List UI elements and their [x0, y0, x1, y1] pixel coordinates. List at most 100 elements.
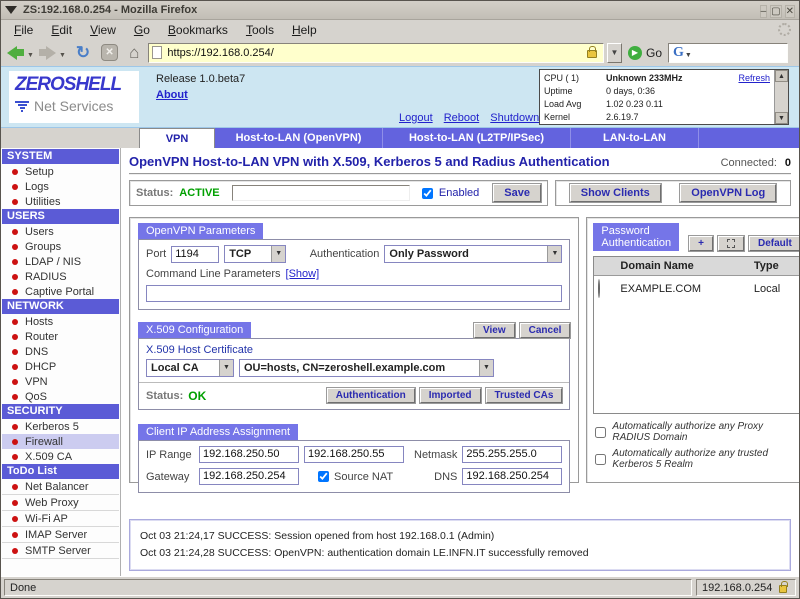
go-button[interactable]: ▶ Go: [628, 46, 662, 60]
menu-file[interactable]: File: [5, 22, 42, 38]
logout-link[interactable]: Logout: [399, 112, 433, 124]
password-auth-panel: Password Authentication + Default Domain…: [586, 217, 799, 483]
sidebar-item-setup[interactable]: Setup: [2, 164, 119, 179]
sidebar-item-router[interactable]: Router: [2, 329, 119, 344]
certificate-select[interactable]: OU=hosts, CN=zeroshell.example.com ▼: [239, 359, 494, 377]
menu-help[interactable]: Help: [283, 22, 326, 38]
menu-view[interactable]: View: [81, 22, 125, 38]
sidebar-item-groups[interactable]: Groups: [2, 239, 119, 254]
sidebar-item-web-proxy[interactable]: Web Proxy: [2, 495, 119, 511]
search-engine-dropdown-icon[interactable]: ▼: [685, 52, 692, 59]
authentication-button[interactable]: Authentication: [327, 388, 415, 403]
scroll-up-icon[interactable]: ▲: [775, 70, 788, 82]
protocol-select[interactable]: TCP ▼: [224, 245, 286, 263]
minimize-button[interactable]: –: [760, 5, 768, 18]
netmask-input[interactable]: 255.255.255.0: [462, 446, 562, 463]
remove-domain-button[interactable]: [718, 236, 744, 251]
dns-input[interactable]: 192.168.250.254: [462, 468, 562, 485]
source-nat-checkbox[interactable]: [318, 471, 329, 482]
sidebar-item-wifi-ap[interactable]: Wi-Fi AP: [2, 511, 119, 527]
cancel-button[interactable]: Cancel: [520, 323, 571, 338]
stats-scrollbar[interactable]: ▲ ▼: [774, 70, 788, 124]
auto-radius-checkbox[interactable]: [595, 427, 606, 438]
tab-lan-to-lan[interactable]: LAN-to-LAN: [571, 128, 699, 148]
menu-go[interactable]: Go: [125, 22, 159, 38]
sidebar-item-ldap-nis[interactable]: LDAP / NIS: [2, 254, 119, 269]
auto-kerberos-checkbox[interactable]: [595, 454, 606, 465]
about-link[interactable]: About: [156, 89, 188, 101]
openvpn-log-button[interactable]: OpenVPN Log: [680, 184, 776, 202]
sidebar-item-kerberos[interactable]: Kerberos 5: [2, 419, 119, 434]
domain-table: Domain Name Type EXAMPLE.COM Local: [593, 256, 799, 414]
sidebar-item-x509-ca[interactable]: X.509 CA: [2, 449, 119, 464]
zeroshell-logo: ZEROSHELL Net Services: [9, 71, 139, 123]
url-input[interactable]: https://192.168.0.254/: [167, 47, 584, 59]
bullet-icon: [12, 424, 18, 430]
sidebar-item-qos[interactable]: QoS: [2, 389, 119, 404]
forward-dropdown-icon[interactable]: ▼: [59, 52, 66, 59]
tab-bar: VPN Host-to-LAN (OpenVPN) Host-to-LAN (L…: [1, 128, 799, 148]
scroll-down-icon[interactable]: ▼: [775, 112, 788, 124]
bullet-icon: [12, 229, 18, 235]
ca-select[interactable]: Local CA ▼: [146, 359, 234, 377]
sidebar-section-todo: ToDo List: [2, 464, 119, 479]
view-button[interactable]: View: [474, 323, 515, 338]
password-auth-title: Password Authentication: [593, 223, 679, 251]
sidebar-item-smtp-server[interactable]: SMTP Server: [2, 543, 119, 559]
sidebar-item-logs[interactable]: Logs: [2, 179, 119, 194]
bullet-icon: [12, 439, 18, 445]
back-dropdown-icon[interactable]: ▼: [27, 52, 34, 59]
client-ip-title: Client IP Address Assignment: [138, 424, 298, 440]
sidebar-item-hosts[interactable]: Hosts: [2, 314, 119, 329]
port-input[interactable]: 1194: [171, 246, 219, 263]
forward-button[interactable]: [39, 46, 56, 60]
ip-range-to-input[interactable]: 192.168.250.55: [304, 446, 404, 463]
sidebar-item-net-balancer[interactable]: Net Balancer: [2, 479, 119, 495]
sidebar-item-firewall[interactable]: Firewall: [2, 434, 119, 449]
menu-tools[interactable]: Tools: [237, 22, 283, 38]
refresh-link[interactable]: Refresh: [738, 72, 770, 85]
cmdline-input[interactable]: [146, 285, 562, 302]
maximize-button[interactable]: ▢: [770, 5, 781, 18]
ip-range-label: IP Range: [146, 449, 194, 461]
tab-vpn[interactable]: VPN: [139, 128, 215, 148]
trusted-cas-button[interactable]: Trusted CAs: [486, 388, 563, 403]
stop-icon[interactable]: ✕: [101, 44, 118, 61]
sidebar-item-captive-portal[interactable]: Captive Portal: [2, 284, 119, 299]
url-bar[interactable]: https://192.168.0.254/: [148, 43, 604, 63]
menu-edit[interactable]: Edit: [42, 22, 81, 38]
default-button[interactable]: Default: [749, 236, 799, 251]
sidebar-item-radius[interactable]: RADIUS: [2, 269, 119, 284]
show-clients-button[interactable]: Show Clients: [570, 184, 661, 202]
ip-range-from-input[interactable]: 192.168.250.50: [199, 446, 299, 463]
sidebar-item-users[interactable]: Users: [2, 224, 119, 239]
sidebar-item-imap-server[interactable]: IMAP Server: [2, 527, 119, 543]
domain-radio[interactable]: [598, 279, 600, 298]
sidebar-item-vpn[interactable]: VPN: [2, 374, 119, 389]
home-icon[interactable]: ⌂: [129, 43, 139, 63]
sidebar-item-dhcp[interactable]: DHCP: [2, 359, 119, 374]
save-button[interactable]: Save: [493, 184, 541, 202]
sidebar-item-utilities[interactable]: Utilities: [2, 194, 119, 209]
table-row[interactable]: EXAMPLE.COM Local: [594, 276, 799, 302]
reload-icon[interactable]: ↻: [76, 43, 90, 63]
back-button[interactable]: [7, 46, 24, 60]
enabled-checkbox[interactable]: [422, 188, 433, 199]
reboot-link[interactable]: Reboot: [444, 112, 479, 124]
shutdown-link[interactable]: Shutdown: [490, 112, 539, 124]
x509-status-value: OK: [188, 389, 206, 403]
gateway-input[interactable]: 192.168.250.254: [199, 468, 299, 485]
menu-bookmarks[interactable]: Bookmarks: [159, 22, 237, 38]
authentication-select[interactable]: Only Password ▼: [384, 245, 562, 263]
search-input[interactable]: G ▼: [668, 43, 788, 63]
show-link[interactable]: [Show]: [286, 268, 320, 280]
bullet-icon: [12, 532, 18, 538]
auto-radius-label: Automatically authorize any Proxy RADIUS…: [612, 421, 798, 443]
tab-host-to-lan-openvpn[interactable]: Host-to-LAN (OpenVPN): [215, 128, 383, 148]
tab-host-to-lan-l2tp[interactable]: Host-to-LAN (L2TP/IPSec): [383, 128, 571, 148]
add-domain-button[interactable]: +: [689, 236, 713, 251]
url-dropdown-button[interactable]: ▼: [607, 43, 622, 63]
sidebar-item-dns[interactable]: DNS: [2, 344, 119, 359]
imported-button[interactable]: Imported: [420, 388, 481, 403]
close-button[interactable]: ✕: [785, 5, 795, 18]
